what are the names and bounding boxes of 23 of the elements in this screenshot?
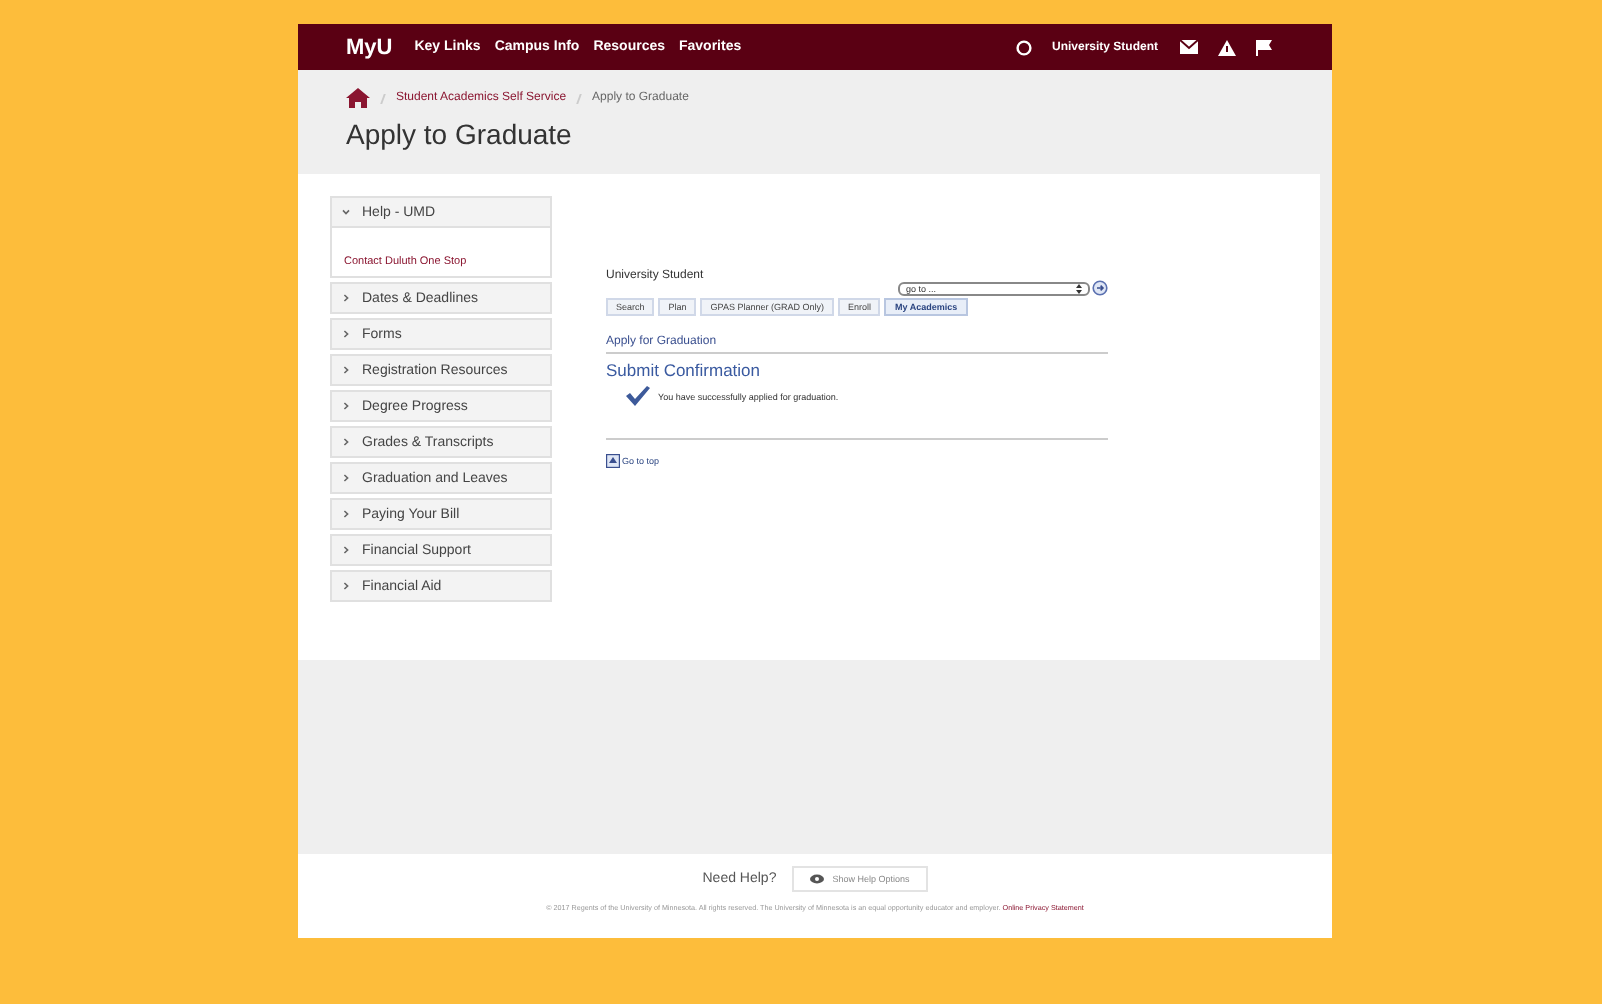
arrow-up-icon[interactable] [606, 454, 620, 468]
user-icon[interactable] [1015, 39, 1032, 55]
go-icon[interactable] [1092, 280, 1108, 296]
chevron-right-icon [342, 438, 350, 446]
mail-icon[interactable] [1180, 40, 1198, 54]
warning-icon[interactable] [1218, 39, 1236, 55]
home-icon[interactable] [346, 88, 370, 108]
myu-logo[interactable]: MyU [346, 35, 393, 59]
eye-icon [810, 874, 825, 884]
page-title: Apply to Graduate [346, 118, 574, 150]
select-arrows-icon [1076, 283, 1082, 293]
chevron-right-icon [342, 510, 350, 518]
flag-icon[interactable] [1256, 39, 1272, 55]
chevron-down-icon [342, 208, 350, 216]
chevron-right-icon [342, 330, 350, 338]
chevron-right-icon [342, 294, 350, 302]
checkmark-icon [626, 386, 650, 406]
chevron-right-icon [342, 474, 350, 482]
confirmation-heading: Submit Confirmation [606, 360, 763, 380]
chevron-right-icon [342, 582, 350, 590]
chevron-right-icon [342, 366, 350, 374]
chevron-right-icon [342, 546, 350, 554]
chevron-right-icon [342, 402, 350, 410]
